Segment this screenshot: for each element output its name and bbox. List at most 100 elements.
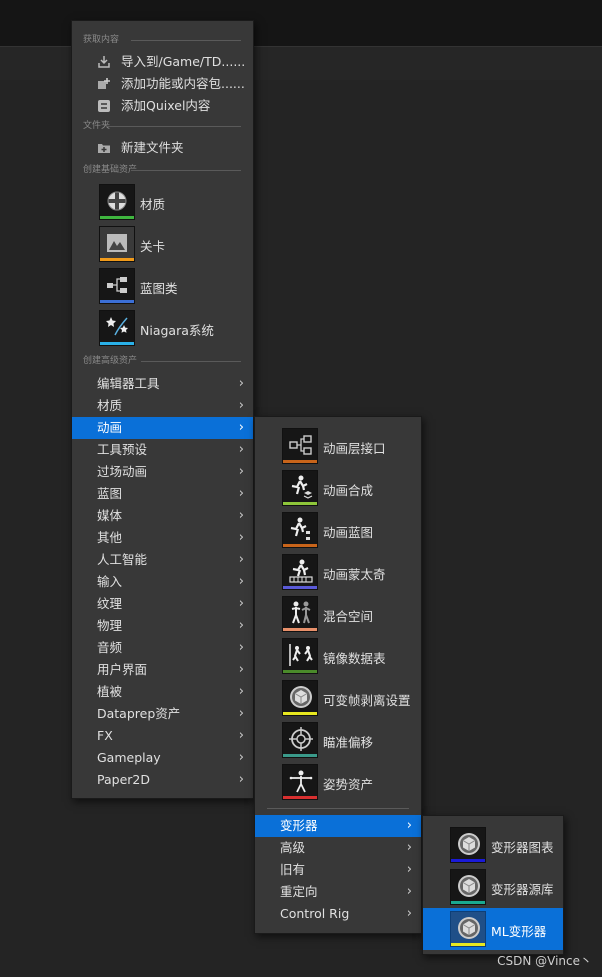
chevron-right-icon: › [238,684,244,699]
chevron-right-icon: › [238,706,244,721]
aim-offset-icon [289,727,313,751]
anim-blueprint-thumbnail [282,512,318,548]
anim-layer-interface-icon [289,435,312,455]
menu-item-advanced[interactable]: 高级 › [255,837,421,859]
chevron-right-icon: › [406,862,412,877]
anim-layer-interface-thumbnail [282,428,318,464]
anim-composite-icon [291,475,313,499]
menu-item-legacy[interactable]: 旧有 › [255,859,421,881]
chevron-right-icon: › [238,464,244,479]
asset-deformer-graph[interactable]: 变形器图表 [423,824,563,866]
asset-pose-asset[interactable]: 姿势资产 [255,761,421,803]
color-stripe [283,754,317,757]
menu-item-retarget[interactable]: 重定向 › [255,881,421,903]
niagara-icon [106,317,128,336]
color-stripe [283,670,317,673]
menu-item-texture[interactable]: 纹理 › [72,593,253,615]
deformer-graph-icon [458,833,480,855]
color-stripe [283,586,317,589]
chevron-right-icon: › [238,398,244,413]
niagara-thumbnail [99,310,135,346]
pose-asset-icon [289,770,313,793]
color-stripe [283,460,317,463]
deformer-graph-thumbnail [450,827,486,863]
watermark: CSDN @Vince丶 [497,954,592,968]
separator [267,808,409,809]
menu-item-tool-presets[interactable]: 工具预设 › [72,439,253,461]
color-stripe [451,901,485,904]
menu-item-import[interactable]: 导入到/Game/TD...... [72,51,253,73]
chevron-right-icon: › [238,640,244,655]
niagara-color-stripe [100,342,134,345]
chevron-right-icon: › [238,508,244,523]
menu-item-blueprint[interactable]: 蓝图 › [72,483,253,505]
menu-item-material[interactable]: 材质 › [72,395,253,417]
menu-item-media[interactable]: 媒体 › [72,505,253,527]
chevron-right-icon: › [238,376,244,391]
chevron-right-icon: › [238,420,244,435]
chevron-right-icon: › [406,818,412,833]
section-advanced-assets: 创建高级资产 [83,354,241,368]
asset-deformer-library[interactable]: 变形器源库 [423,866,563,908]
menu-item-new-folder[interactable]: 新建文件夹 [72,137,253,159]
asset-aim-offset[interactable]: 瞄准偏移 [255,719,421,761]
menu-item-add-feature-pack[interactable]: 添加功能或内容包...... [72,73,253,95]
color-stripe [451,943,485,946]
menu-item-ai[interactable]: 人工智能 › [72,549,253,571]
chevron-right-icon: › [238,728,244,743]
asset-ml-deformer[interactable]: ML变形器 [423,908,563,950]
chevron-right-icon: › [406,884,412,899]
ml-deformer-icon [458,917,480,939]
menu-item-physics[interactable]: 物理 › [72,615,253,637]
menu-item-add-quixel[interactable]: 添加Quixel内容 [72,95,253,117]
menu-item-control-rig[interactable]: Control Rig › [255,903,421,925]
frame-strip-icon [290,686,312,708]
asset-material[interactable]: 材质 [72,181,253,223]
asset-level[interactable]: 关卡 [72,223,253,265]
menu-item-user-interface[interactable]: 用户界面 › [72,659,253,681]
feature-pack-icon [98,78,110,89]
asset-anim-montage[interactable]: 动画蒙太奇 [255,551,421,593]
asset-blend-space[interactable]: 混合空间 [255,593,421,635]
chevron-right-icon: › [238,618,244,633]
asset-anim-blueprint[interactable]: 动画蓝图 [255,509,421,551]
asset-anim-layer-interface[interactable]: 动画层接口 [255,425,421,467]
menu-item-input[interactable]: 输入 › [72,571,253,593]
chevron-right-icon: › [406,840,412,855]
blend-space-thumbnail [282,596,318,632]
material-icon [107,191,127,211]
chevron-right-icon: › [238,442,244,457]
section-get-content: 获取内容 [83,33,241,47]
anim-blueprint-icon [290,517,310,540]
material-color-stripe [100,216,134,219]
asset-niagara-system[interactable]: Niagara系统 [72,307,253,349]
asset-blueprint-class[interactable]: 蓝图类 [72,265,253,307]
chevron-right-icon: › [238,596,244,611]
frame-strip-thumbnail [282,680,318,716]
menu-item-misc[interactable]: 其他 › [72,527,253,549]
chevron-right-icon: › [238,486,244,501]
color-stripe [451,859,485,862]
menu-item-deformer[interactable]: 变形器 › [255,815,421,837]
menu-item-foliage[interactable]: 植被 › [72,681,253,703]
asset-mirror-data-table[interactable]: 镜像数据表 [255,635,421,677]
new-folder-icon [98,144,110,153]
ml-deformer-thumbnail [450,911,486,947]
menu-item-cinematics[interactable]: 过场动画 › [72,461,253,483]
material-thumbnail [99,184,135,220]
menu-item-editor-tools[interactable]: 编辑器工具 › [72,373,253,395]
asset-anim-composite[interactable]: 动画合成 [255,467,421,509]
color-stripe [283,628,317,631]
asset-variable-frame-strip[interactable]: 可变帧剥离设置 [255,677,421,719]
menu-item-gameplay[interactable]: Gameplay › [72,747,253,769]
menu-item-animation[interactable]: 动画 › [72,417,253,439]
pose-asset-thumbnail [282,764,318,800]
menu-item-paper2d[interactable]: Paper2D › [72,769,253,791]
blueprint-class-thumbnail [99,268,135,304]
menu-item-dataprep[interactable]: Dataprep资产 › [72,703,253,725]
menu-item-fx[interactable]: FX › [72,725,253,747]
chevron-right-icon: › [238,662,244,677]
quixel-icon [98,100,110,112]
animation-submenu: 动画层接口 动画合成 动画蓝图 动画蒙太奇 混合空间 镜像数据表 可变帧剥离设置… [254,416,422,934]
menu-item-audio[interactable]: 音频 › [72,637,253,659]
